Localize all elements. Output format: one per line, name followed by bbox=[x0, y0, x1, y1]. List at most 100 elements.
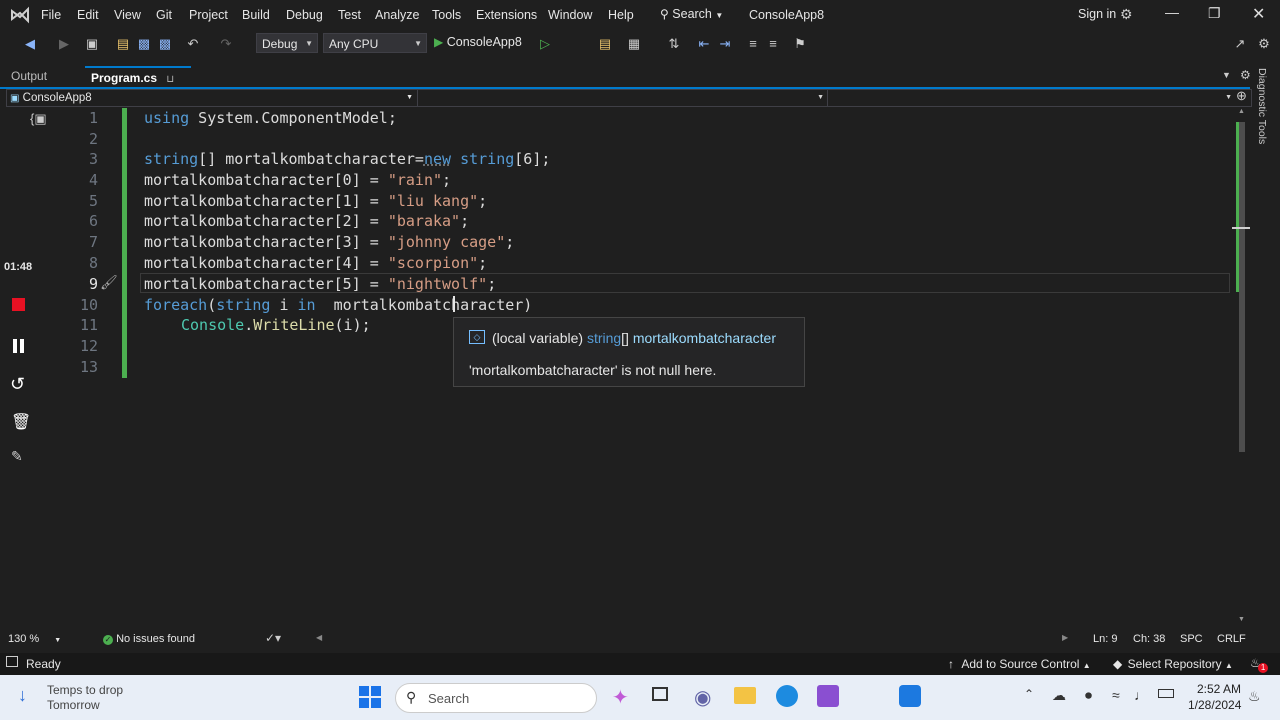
taskbar-search-box[interactable]: ⚲ Search bbox=[395, 683, 597, 713]
weather-line-1[interactable]: Temps to drop bbox=[47, 683, 123, 697]
undo-icon[interactable]: ↶ bbox=[185, 36, 201, 52]
teams-chat-icon[interactable]: ◉ bbox=[694, 685, 711, 710]
quick-actions-icon[interactable]: 🖌 bbox=[100, 274, 118, 291]
restore-button[interactable]: ❐ bbox=[1208, 5, 1221, 22]
layout-icon[interactable]: ▦ bbox=[626, 36, 642, 52]
task-view-icon[interactable] bbox=[652, 687, 668, 701]
string-literal: "scorpion" bbox=[387, 254, 479, 272]
tab-dropdown-icon[interactable]: ▼ bbox=[1222, 70, 1231, 80]
pin-icon[interactable]: ⊔ bbox=[166, 74, 174, 85]
string-literal: "liu kang" bbox=[387, 192, 479, 210]
project-dropdown[interactable]: ▣ ConsoleApp8 ▼ bbox=[7, 90, 413, 106]
bookmark-icon[interactable]: ⚑ bbox=[792, 36, 808, 52]
weather-line-2[interactable]: Tomorrow bbox=[47, 698, 100, 712]
platform-dropdown[interactable]: Any CPU ▼ bbox=[323, 33, 427, 53]
line-number-status[interactable]: Ln: 9 bbox=[1093, 633, 1117, 645]
menu-view[interactable]: View bbox=[114, 8, 141, 22]
menu-project[interactable]: Project bbox=[189, 8, 228, 22]
step-icon[interactable]: ⇤ bbox=[696, 36, 712, 52]
clock-date[interactable]: 1/28/2024 bbox=[1188, 698, 1241, 712]
scroll-up-icon[interactable]: ▲ bbox=[1238, 108, 1245, 115]
menu-window[interactable]: Window bbox=[548, 8, 592, 22]
open-folder-icon[interactable]: ▤ bbox=[115, 36, 131, 52]
notification-bell-icon[interactable]: ♨ bbox=[1248, 688, 1261, 705]
add-to-source-control-button[interactable]: ↑ Add to Source Control ▲ bbox=[948, 657, 1091, 671]
menu-test[interactable]: Test bbox=[338, 8, 361, 22]
menu-git[interactable]: Git bbox=[156, 8, 172, 22]
column-status[interactable]: Ch: 38 bbox=[1133, 633, 1165, 645]
uncomment-icon[interactable]: ≡ bbox=[765, 36, 781, 52]
start-debugging-button[interactable]: ▶ ConsoleApp8 bbox=[434, 35, 522, 49]
edge-browser-icon[interactable] bbox=[776, 685, 798, 707]
restart-icon[interactable]: ↺ bbox=[10, 374, 25, 395]
configuration-dropdown[interactable]: Debug ▼ bbox=[256, 33, 318, 53]
select-repository-button[interactable]: ◆ Select Repository ▲ bbox=[1113, 657, 1233, 671]
split-add-icon[interactable]: ⊕ bbox=[1236, 88, 1247, 104]
tab-output[interactable]: Output bbox=[4, 66, 82, 86]
copilot-icon[interactable]: ✦ bbox=[612, 685, 629, 710]
redo-icon[interactable]: ↷ bbox=[218, 36, 234, 52]
start-without-debugging-icon[interactable]: ▷ bbox=[537, 36, 553, 52]
onedrive-icon[interactable]: ☁ bbox=[1052, 687, 1066, 704]
delete-icon[interactable]: 🗑 bbox=[11, 412, 31, 432]
menu-build[interactable]: Build bbox=[242, 8, 270, 22]
new-project-icon[interactable]: ▣ bbox=[84, 36, 100, 52]
zoom-dropdown[interactable]: 130 % ▼ bbox=[8, 633, 61, 645]
save-all-icon[interactable]: ▩ bbox=[157, 36, 173, 52]
scroll-down-icon[interactable]: ▼ bbox=[1238, 616, 1245, 623]
tab-program-cs[interactable]: Program.cs ⊔ ✕ bbox=[85, 66, 191, 107]
menu-edit[interactable]: Edit bbox=[77, 8, 99, 22]
spell-check-icon[interactable]: ⇅ bbox=[666, 36, 682, 52]
pause-button[interactable] bbox=[12, 339, 26, 353]
file-explorer-icon[interactable] bbox=[734, 687, 756, 704]
visual-studio-taskbar-icon[interactable] bbox=[817, 685, 839, 707]
save-icon[interactable]: ▩ bbox=[136, 36, 152, 52]
type-dropdown[interactable]: ▼ bbox=[417, 90, 824, 106]
windows-start-icon[interactable] bbox=[359, 686, 381, 708]
member-dropdown[interactable]: ▼ bbox=[827, 90, 1232, 106]
code-lens-icon[interactable]: {▣ bbox=[30, 111, 47, 127]
menu-file[interactable]: File bbox=[41, 8, 61, 22]
settings-icon[interactable]: ⚙ bbox=[1256, 36, 1272, 52]
tray-overflow-icon[interactable]: ⌃ bbox=[1024, 687, 1034, 701]
declaration: [] mortalkombatcharacter= bbox=[198, 150, 424, 168]
notifications-button[interactable]: ♨ 1 bbox=[1250, 656, 1274, 673]
scrollbar-thumb[interactable] bbox=[1239, 122, 1245, 452]
draw-icon[interactable]: ✎ bbox=[11, 448, 23, 465]
wifi-icon[interactable]: ≈ bbox=[1112, 687, 1120, 703]
clock-time[interactable]: 2:52 AM bbox=[1197, 682, 1241, 696]
zoom-app-icon[interactable] bbox=[899, 685, 921, 707]
horizontal-scroll-right-icon[interactable]: ▶ bbox=[1062, 633, 1068, 642]
menu-help[interactable]: Help bbox=[608, 8, 634, 22]
menu-extensions[interactable]: Extensions bbox=[476, 8, 537, 22]
horizontal-scroll-left-icon[interactable]: ◀ bbox=[316, 633, 322, 642]
forward-icon[interactable]: ▶ bbox=[56, 36, 72, 52]
browse-folder-icon[interactable]: ▤ bbox=[597, 36, 613, 52]
weather-icon[interactable]: ↓ bbox=[18, 685, 27, 706]
diagnostic-tools-panel-tab[interactable]: Diagnostic Tools bbox=[1256, 68, 1270, 148]
output-panel-icon[interactable] bbox=[6, 656, 18, 667]
tab-settings-icon[interactable]: ⚙ bbox=[1240, 68, 1251, 82]
code-cleanup-icon[interactable]: ✓▾ bbox=[265, 631, 281, 645]
sign-in-link[interactable]: Sign in bbox=[1078, 7, 1116, 21]
indentation-status[interactable]: SPC bbox=[1180, 633, 1203, 645]
code-line-7: mortalkombatcharacter[3] = "johnny cage"… bbox=[144, 233, 514, 251]
share-icon[interactable]: ↗ bbox=[1232, 36, 1248, 52]
volume-icon[interactable]: ♩ bbox=[1134, 687, 1148, 703]
minimize-button[interactable]: — bbox=[1165, 4, 1179, 20]
microphone-icon[interactable]: ⏺ bbox=[1085, 687, 1092, 704]
back-icon[interactable]: ◀ bbox=[22, 36, 38, 52]
vertical-scrollbar[interactable]: ▲ ▼ bbox=[1232, 108, 1250, 628]
line-ending-status[interactable]: CRLF bbox=[1217, 633, 1246, 645]
battery-icon[interactable] bbox=[1158, 689, 1174, 698]
stop-recording-button[interactable] bbox=[12, 298, 25, 311]
account-icon[interactable]: ⚙ bbox=[1120, 6, 1133, 23]
menu-debug[interactable]: Debug bbox=[286, 8, 323, 22]
close-button[interactable]: ✕ bbox=[1252, 4, 1265, 24]
menu-analyze[interactable]: Analyze bbox=[375, 8, 419, 22]
menu-tools[interactable]: Tools bbox=[432, 8, 461, 22]
comment-icon[interactable]: ≡ bbox=[745, 36, 761, 52]
search-box[interactable]: ⚲ Search ▼ bbox=[660, 7, 723, 23]
outdent-icon[interactable]: ⇥ bbox=[717, 36, 733, 52]
issues-indicator[interactable]: ✓ No issues found bbox=[103, 633, 195, 645]
